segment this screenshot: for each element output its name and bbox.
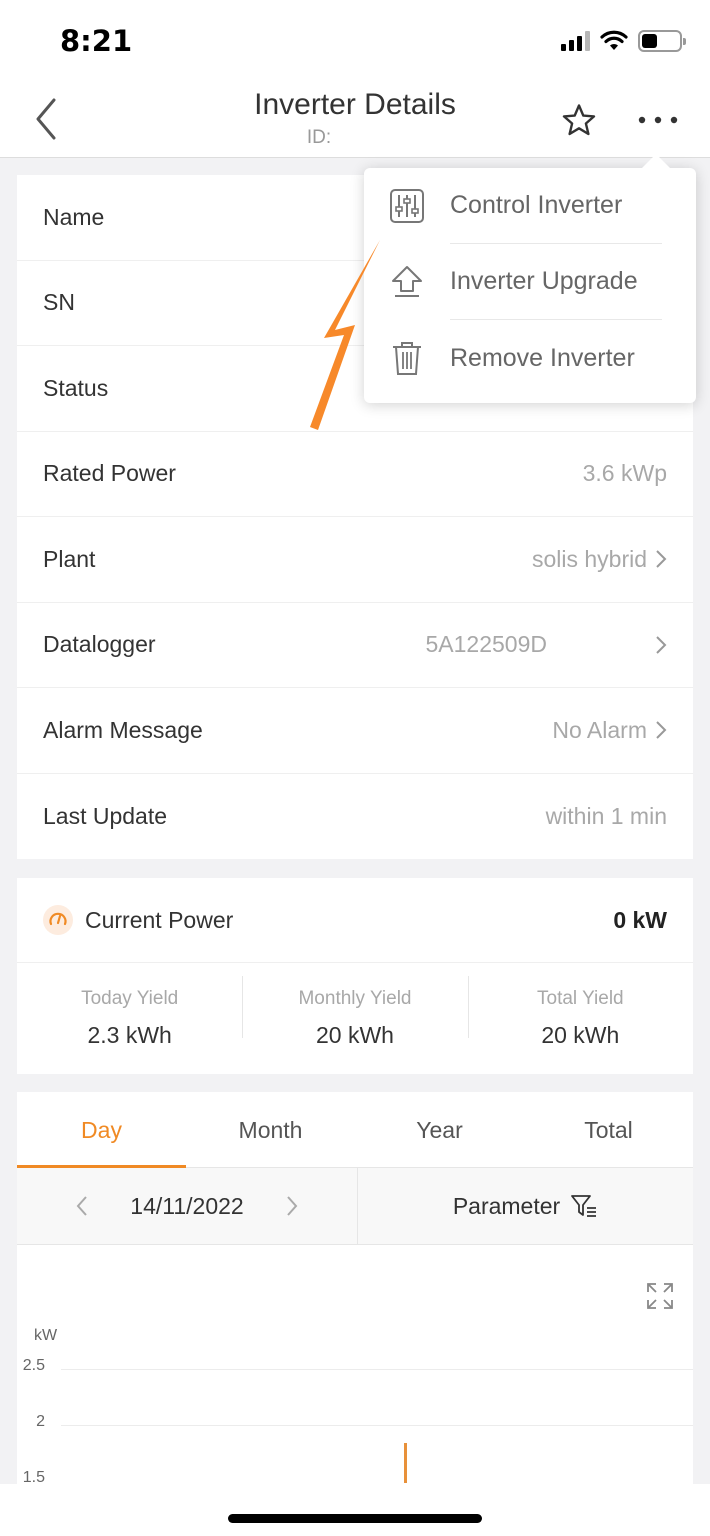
info-value: 5A122509D	[425, 631, 548, 658]
battery-icon	[638, 30, 686, 52]
info-label: Last Update	[43, 802, 168, 829]
info-value-wrap: 5A122509D	[426, 631, 668, 658]
info-row-rated-power: Rated Power 3.6 kWp	[17, 432, 693, 517]
options-dropdown-menu: Control Inverter Inverter Upgrade Remove…	[364, 154, 696, 403]
cellular-signal-icon	[561, 31, 590, 51]
y-tick-label: 2.5	[22, 1357, 45, 1374]
annotation-arrow-icon	[310, 240, 380, 430]
info-row-alarm[interactable]: Alarm Message No Alarm	[17, 688, 693, 774]
status-time: 8:21	[60, 24, 133, 58]
more-options-icon[interactable]	[636, 108, 680, 132]
current-power-label-wrap: Current Power	[43, 905, 233, 935]
selected-date[interactable]: 14/11/2022	[130, 1193, 243, 1220]
yield-value: 20 kWh	[541, 1021, 620, 1048]
info-label: Status	[43, 374, 109, 401]
menu-item-label: Control Inverter	[450, 168, 662, 244]
home-indicator-area	[0, 1484, 710, 1536]
parameter-label: Parameter	[452, 1192, 561, 1219]
gridline	[61, 1369, 693, 1370]
info-value: 3.6 kWp	[582, 460, 667, 487]
expand-fullscreen-icon[interactable]	[645, 1281, 675, 1311]
gridline	[61, 1425, 693, 1426]
date-selector: 14/11/2022	[17, 1168, 358, 1244]
info-label: Datalogger	[43, 631, 156, 658]
chevron-left-icon[interactable]	[75, 1194, 89, 1218]
chevron-right-icon[interactable]	[285, 1194, 299, 1218]
current-power-card: Current Power 0 kW Today Yield 2.3 kWh M…	[17, 878, 693, 1074]
info-label: Name	[43, 203, 105, 230]
filter-icon	[571, 1195, 597, 1217]
gauge-icon	[43, 905, 73, 935]
chart-card: Day Month Year Total 14/11/2022 Paramete…	[17, 1092, 693, 1484]
info-value-wrap: No Alarm	[552, 717, 667, 744]
chevron-right-icon	[656, 550, 667, 568]
wifi-icon	[600, 30, 628, 50]
today-yield: Today Yield 2.3 kWh	[17, 988, 242, 1049]
current-power-value: 0 kW	[613, 906, 667, 933]
status-bar: 8:21	[0, 0, 710, 82]
total-yield: Total Yield 20 kWh	[467, 975, 693, 1049]
info-value: No Alarm	[552, 716, 647, 743]
menu-item-control-inverter[interactable]: Control Inverter	[364, 168, 696, 244]
yield-summary: Today Yield 2.3 kWh Monthly Yield 20 kWh…	[17, 963, 693, 1073]
info-value-wrap: solis hybrid	[532, 546, 667, 573]
info-row-plant[interactable]: Plant solis hybrid	[17, 517, 693, 603]
tab-month[interactable]: Month	[186, 1092, 355, 1167]
yield-label: Today Yield	[81, 987, 179, 1009]
menu-item-label: Inverter Upgrade	[450, 244, 662, 320]
info-row-datalogger[interactable]: Datalogger 5A122509D	[17, 603, 693, 688]
info-value: solis hybrid	[531, 545, 647, 572]
info-label: Rated Power	[43, 460, 176, 487]
menu-item-inverter-upgrade[interactable]: Inverter Upgrade	[364, 244, 696, 320]
date-parameter-bar: 14/11/2022 Parameter	[17, 1168, 693, 1245]
tab-total[interactable]: Total	[524, 1092, 693, 1167]
chart-unit-label: kW	[34, 1327, 58, 1344]
y-tick-label: 1.5	[22, 1469, 45, 1483]
upload-arrow-icon	[392, 266, 422, 297]
page-title: Inverter Details	[254, 88, 456, 121]
info-row-last-update: Last Update within 1 min	[17, 774, 693, 860]
nav-bar: Inverter Details ID:	[0, 82, 710, 158]
tab-day[interactable]: Day	[17, 1092, 186, 1168]
current-power-row: Current Power 0 kW	[17, 878, 693, 963]
yield-label: Monthly Yield	[298, 987, 412, 1009]
menu-item-remove-inverter[interactable]: Remove Inverter	[364, 320, 696, 396]
info-label: Alarm Message	[43, 716, 203, 743]
chevron-right-icon	[656, 636, 667, 654]
home-indicator[interactable]	[228, 1514, 482, 1523]
star-icon[interactable]	[560, 102, 598, 140]
inverter-id-label: ID:	[306, 127, 332, 148]
chart-power-spike	[404, 1443, 407, 1483]
yield-label: Total Yield	[537, 987, 624, 1009]
power-chart: kW 2.5 2 1.5	[17, 1245, 693, 1483]
status-icons	[561, 30, 686, 52]
yield-value: 20 kWh	[316, 1021, 394, 1048]
monthly-yield: Monthly Yield 20 kWh	[242, 975, 467, 1049]
sliders-icon	[390, 189, 424, 223]
y-tick-label: 2	[36, 1413, 45, 1430]
info-value: within 1 min	[545, 802, 667, 829]
chevron-right-icon	[656, 721, 667, 739]
tab-year[interactable]: Year	[355, 1092, 524, 1167]
period-tabs: Day Month Year Total	[17, 1092, 693, 1168]
current-power-label: Current Power	[85, 906, 234, 933]
parameter-button[interactable]: Parameter	[358, 1168, 693, 1244]
menu-item-label: Remove Inverter	[450, 343, 635, 372]
trash-icon	[393, 342, 421, 375]
info-label: SN	[43, 289, 75, 316]
yield-value: 2.3 kWh	[87, 1021, 172, 1048]
info-label: Plant	[43, 545, 96, 572]
